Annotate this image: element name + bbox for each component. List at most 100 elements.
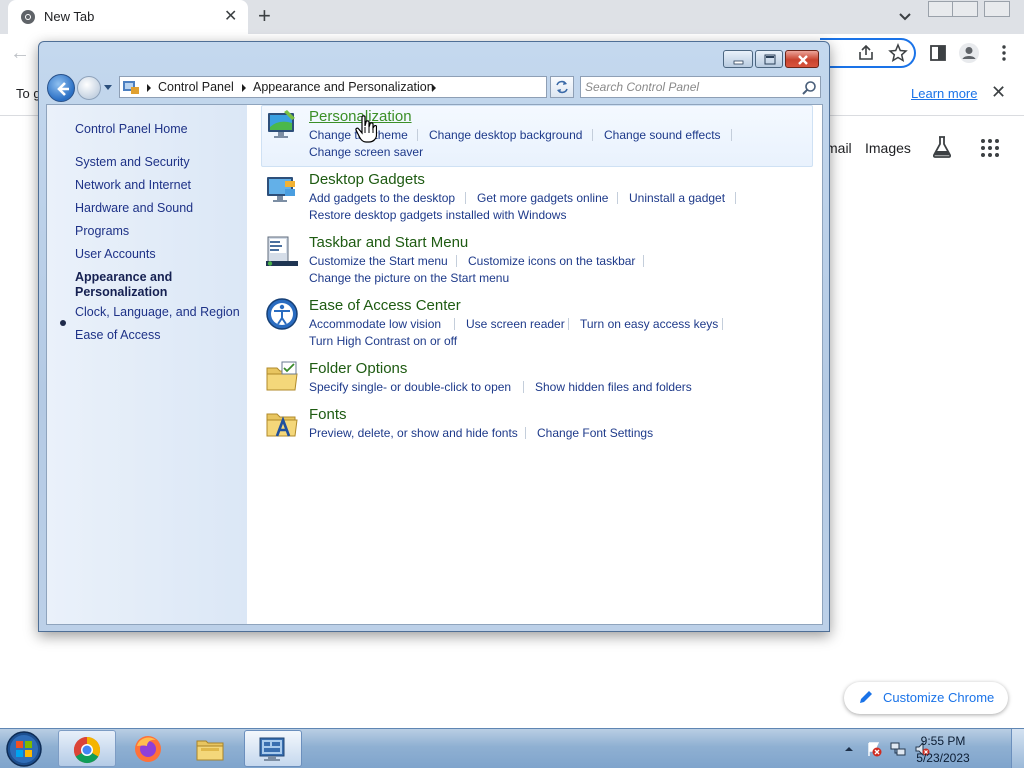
hand-cursor-icon bbox=[355, 115, 377, 143]
maximize-button[interactable] bbox=[755, 50, 783, 68]
minimize-button[interactable] bbox=[723, 50, 753, 68]
link-show-hidden-files[interactable]: Show hidden files and folders bbox=[535, 380, 692, 394]
breadcrumb-separator-icon[interactable] bbox=[432, 84, 436, 92]
browser-minimize-button[interactable] bbox=[928, 1, 954, 17]
link-separator bbox=[523, 381, 524, 393]
labs-flask-icon[interactable] bbox=[930, 135, 954, 159]
search-icon[interactable] bbox=[801, 80, 817, 96]
category-title-desktop-gadgets[interactable]: Desktop Gadgets bbox=[309, 171, 425, 188]
breadcrumb-control-panel[interactable]: Control Panel bbox=[158, 80, 234, 94]
sidebar-item-clock-language[interactable]: Clock, Language, and Region bbox=[75, 305, 240, 320]
category-title-fonts[interactable]: Fonts bbox=[309, 406, 347, 423]
tab-search-chevron-icon[interactable] bbox=[896, 7, 914, 25]
folder-options-icon[interactable] bbox=[265, 360, 299, 394]
control-panel-icon bbox=[259, 737, 285, 761]
ease-of-access-icon[interactable] bbox=[265, 297, 299, 331]
link-separator bbox=[417, 129, 418, 141]
tab-close-icon[interactable]: ✕ bbox=[224, 6, 237, 26]
side-panel-icon[interactable] bbox=[928, 43, 948, 63]
share-icon[interactable] bbox=[856, 43, 876, 63]
link-change-sound-effects[interactable]: Change sound effects bbox=[604, 128, 721, 142]
link-preview-fonts[interactable]: Preview, delete, or show and hide fonts bbox=[309, 426, 518, 440]
link-change-start-picture[interactable]: Change the picture on the Start menu bbox=[309, 271, 509, 285]
show-desktop-button[interactable] bbox=[1011, 729, 1024, 768]
link-single-double-click[interactable]: Specify single- or double-click to open bbox=[309, 380, 511, 394]
link-use-screen-reader[interactable]: Use screen reader bbox=[466, 317, 565, 331]
browser-close-button[interactable] bbox=[984, 1, 1010, 17]
category-list: Personalization Change the theme Change … bbox=[247, 105, 822, 624]
sidebar-item-appearance-line1: Appearance and bbox=[75, 270, 173, 284]
link-change-screen-saver[interactable]: Change screen saver bbox=[309, 145, 423, 159]
sidebar-item-programs[interactable]: Programs bbox=[75, 224, 129, 239]
search-box[interactable] bbox=[580, 76, 821, 98]
taskbar-icon[interactable] bbox=[265, 234, 299, 268]
link-easy-access-keys[interactable]: Turn on easy access keys bbox=[580, 317, 718, 331]
search-input[interactable] bbox=[585, 79, 795, 95]
breadcrumb-separator-icon[interactable] bbox=[147, 84, 151, 92]
sidebar-active-bullet-icon bbox=[60, 320, 66, 326]
clock-date[interactable]: 5/23/2023 bbox=[908, 751, 978, 765]
link-add-gadgets[interactable]: Add gadgets to the desktop bbox=[309, 191, 455, 205]
gadgets-icon[interactable] bbox=[265, 171, 299, 205]
sidebar-item-system-security[interactable]: System and Security bbox=[75, 155, 190, 170]
breadcrumb-separator-icon[interactable] bbox=[242, 84, 246, 92]
profile-avatar-icon[interactable] bbox=[958, 42, 980, 64]
taskbar-explorer-button[interactable] bbox=[182, 730, 240, 767]
link-change-desktop-background[interactable]: Change desktop background bbox=[429, 128, 582, 142]
link-customize-start-menu[interactable]: Customize the Start menu bbox=[309, 254, 448, 268]
link-separator bbox=[456, 255, 457, 267]
sidebar-item-ease-of-access[interactable]: Ease of Access bbox=[75, 328, 160, 343]
browser-restore-button[interactable] bbox=[952, 1, 978, 17]
close-button[interactable] bbox=[785, 50, 819, 68]
forward-button[interactable] bbox=[77, 76, 101, 100]
chrome-menu-icon[interactable] bbox=[994, 43, 1014, 63]
action-center-flag-icon[interactable] bbox=[866, 741, 882, 757]
link-get-more-gadgets[interactable]: Get more gadgets online bbox=[477, 191, 608, 205]
start-button-icon[interactable] bbox=[4, 730, 44, 768]
link-high-contrast[interactable]: Turn High Contrast on or off bbox=[309, 334, 457, 348]
link-separator bbox=[568, 318, 569, 330]
bookmark-star-icon[interactable] bbox=[888, 43, 908, 63]
google-apps-icon[interactable] bbox=[980, 138, 1000, 158]
control-panel-content: Control Panel Home System and Security N… bbox=[46, 104, 823, 625]
learn-more-link[interactable]: Learn more bbox=[911, 86, 977, 101]
personalization-icon[interactable] bbox=[265, 108, 299, 142]
link-uninstall-gadget[interactable]: Uninstall a gadget bbox=[629, 191, 725, 205]
new-tab-button[interactable]: + bbox=[258, 3, 271, 29]
back-arrow-icon bbox=[57, 82, 69, 96]
recent-pages-dropdown-icon[interactable] bbox=[104, 83, 112, 91]
taskbar-control-panel-button[interactable] bbox=[244, 730, 302, 767]
show-hidden-icons-icon[interactable] bbox=[844, 741, 854, 757]
clock-time[interactable]: 9:55 PM bbox=[908, 734, 978, 748]
category-title-folder-options[interactable]: Folder Options bbox=[309, 360, 407, 377]
browser-back-icon[interactable]: ← bbox=[10, 42, 30, 65]
maximize-icon bbox=[764, 54, 776, 65]
network-icon[interactable] bbox=[890, 741, 906, 757]
tab-new-tab[interactable]: New Tab ✕ bbox=[8, 0, 248, 34]
sidebar-item-network[interactable]: Network and Internet bbox=[75, 178, 191, 193]
fonts-icon[interactable] bbox=[265, 406, 299, 440]
sidebar-item-hardware-sound[interactable]: Hardware and Sound bbox=[75, 201, 193, 216]
refresh-button[interactable] bbox=[550, 76, 574, 98]
link-restore-gadgets[interactable]: Restore desktop gadgets installed with W… bbox=[309, 208, 566, 222]
info-bar-close-icon[interactable]: ✕ bbox=[991, 82, 1006, 103]
link-change-font-settings[interactable]: Change Font Settings bbox=[537, 426, 653, 440]
chrome-favicon-icon bbox=[21, 10, 35, 24]
link-separator bbox=[454, 318, 455, 330]
link-separator bbox=[735, 192, 736, 204]
category-title-ease-of-access[interactable]: Ease of Access Center bbox=[309, 297, 461, 314]
category-title-taskbar-start[interactable]: Taskbar and Start Menu bbox=[309, 234, 468, 251]
breadcrumb-appearance[interactable]: Appearance and Personalization bbox=[253, 80, 434, 94]
window-caption-buttons bbox=[723, 50, 821, 70]
link-customize-taskbar-icons[interactable]: Customize icons on the taskbar bbox=[468, 254, 635, 268]
link-accommodate-low-vision[interactable]: Accommodate low vision bbox=[309, 317, 441, 331]
address-bar[interactable]: Control Panel Appearance and Personaliza… bbox=[119, 76, 614, 98]
images-link[interactable]: Images bbox=[865, 140, 911, 156]
taskbar-chrome-button[interactable] bbox=[58, 730, 116, 767]
back-button[interactable] bbox=[47, 74, 75, 102]
taskbar-firefox-button[interactable] bbox=[120, 730, 178, 767]
control-panel-window: Control Panel Appearance and Personaliza… bbox=[38, 41, 830, 632]
customize-chrome-button[interactable]: Customize Chrome bbox=[844, 682, 1008, 714]
sidebar-item-user-accounts[interactable]: User Accounts bbox=[75, 247, 156, 262]
sidebar-item-home[interactable]: Control Panel Home bbox=[75, 122, 188, 137]
